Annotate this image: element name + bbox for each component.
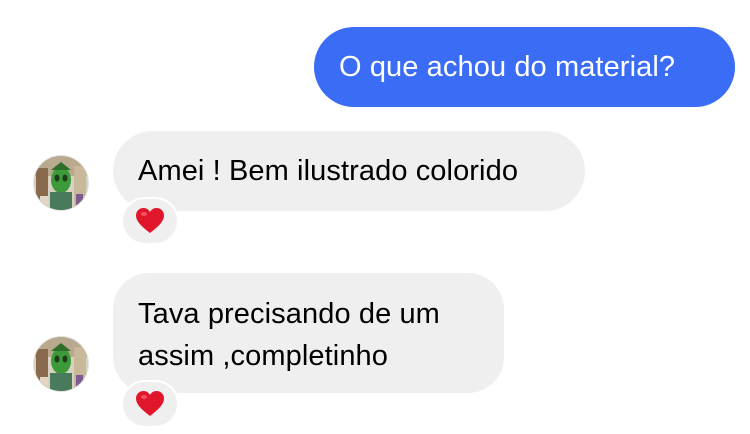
message-reaction[interactable] <box>121 380 179 428</box>
contact-avatar[interactable] <box>34 337 88 391</box>
avatar-image <box>34 156 88 210</box>
incoming-message-bubble[interactable]: Amei ! Bem ilustrado colorido <box>113 131 585 211</box>
heart-icon <box>136 208 164 233</box>
message-reaction[interactable] <box>121 197 179 245</box>
contact-avatar[interactable] <box>34 156 88 210</box>
avatar-image <box>34 337 88 391</box>
outgoing-message-bubble[interactable]: O que achou do material? <box>314 27 735 107</box>
chat-thread: O que achou do material? Amei ! Bem ilus… <box>0 0 750 434</box>
incoming-message-bubble[interactable]: Tava precisando de um assim ,completinho <box>113 273 504 393</box>
heart-icon <box>136 391 164 416</box>
